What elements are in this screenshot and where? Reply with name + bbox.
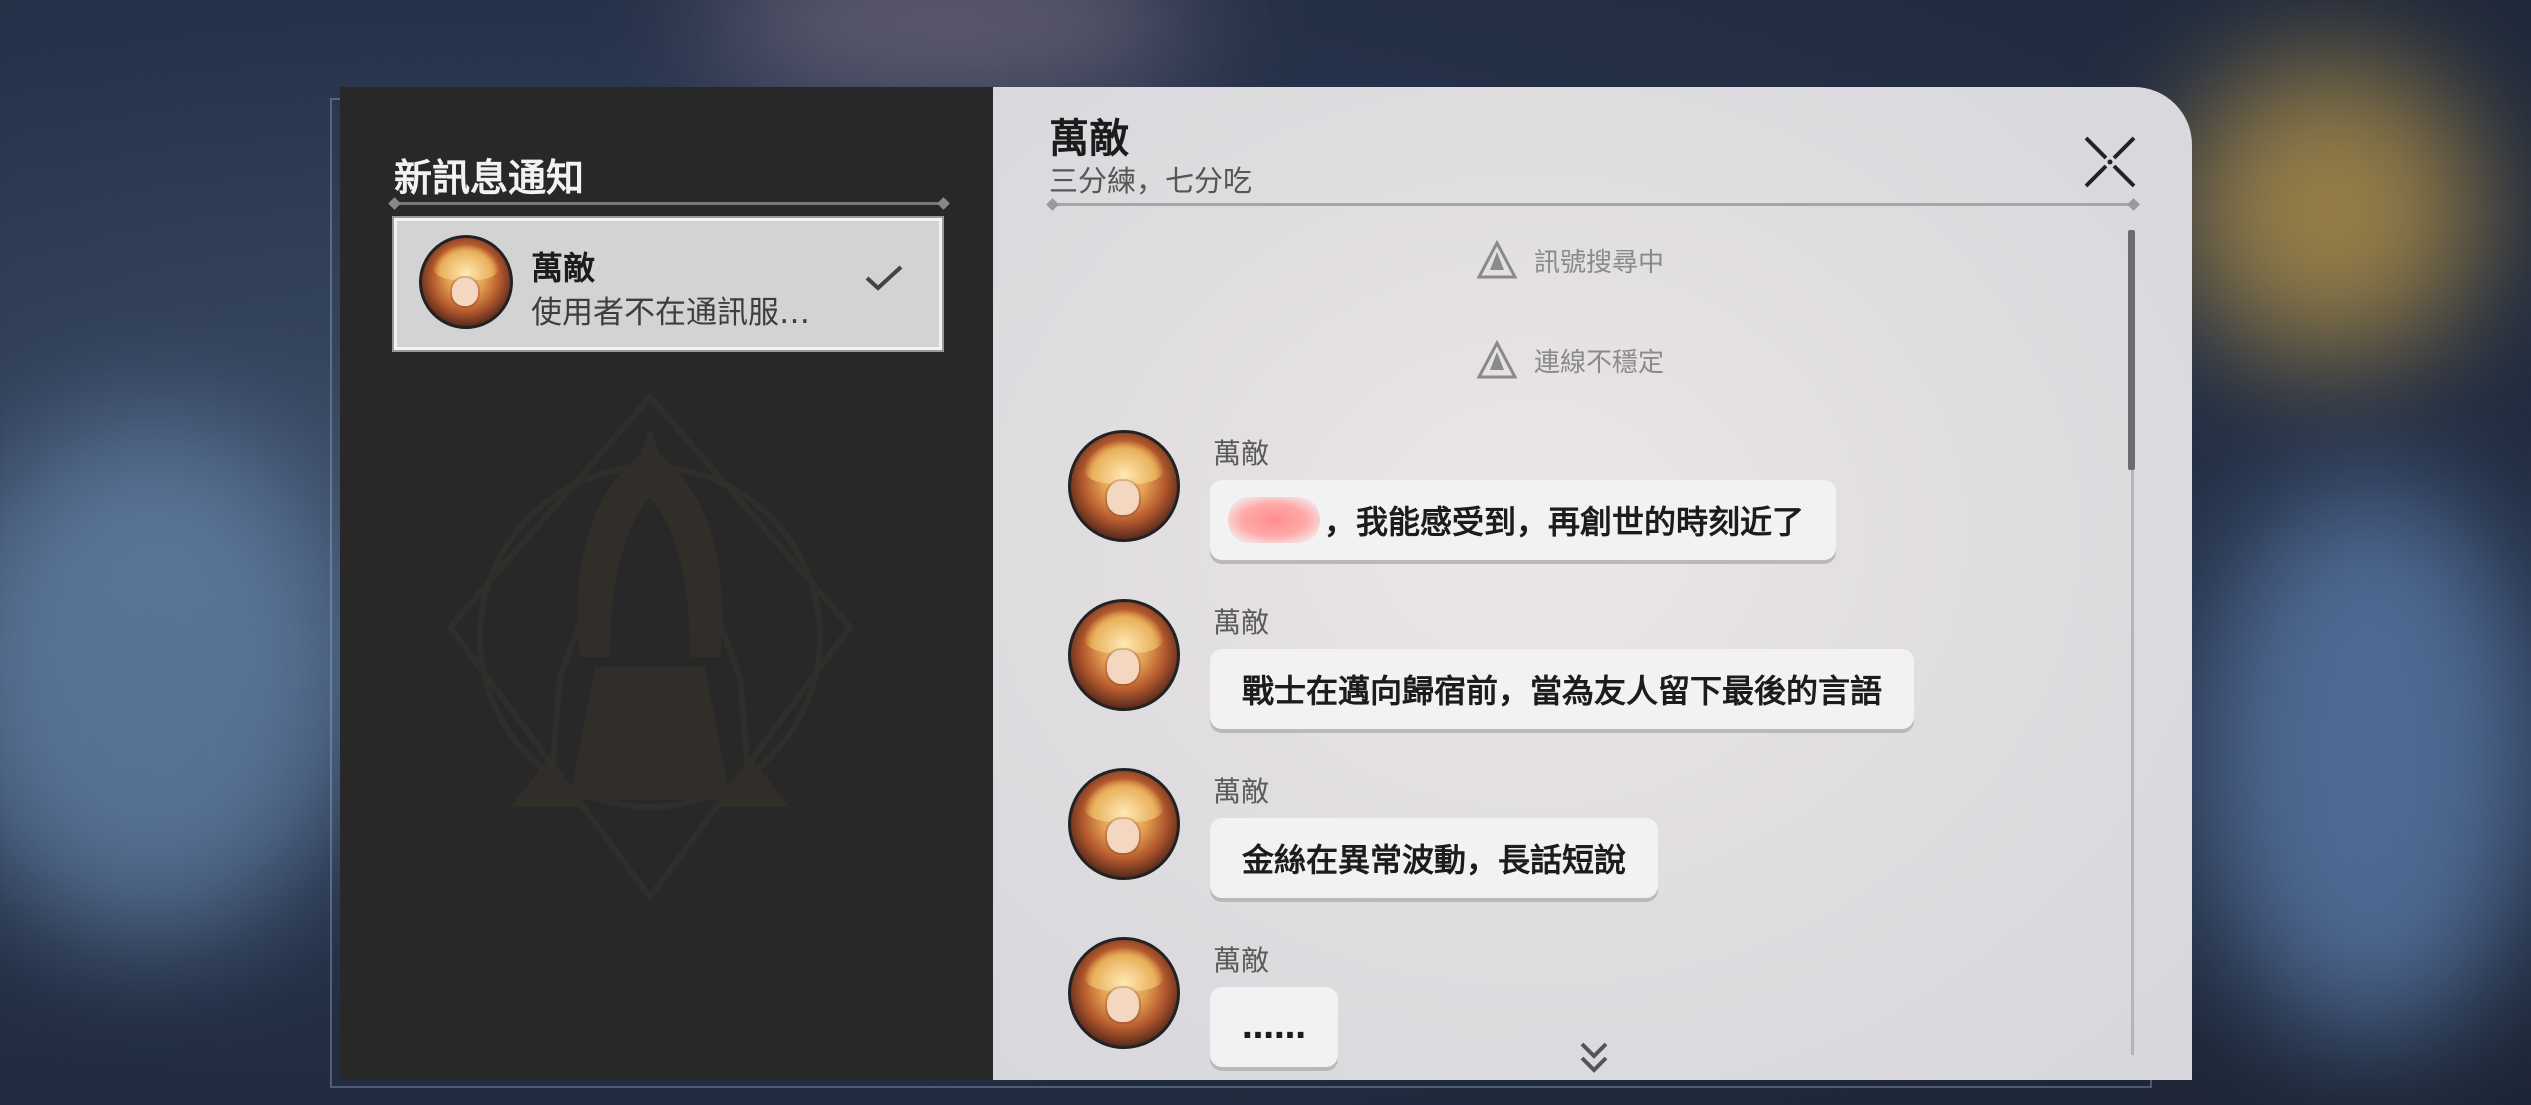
message-text: ……	[1242, 1008, 1306, 1046]
faction-emblem-icon	[446, 392, 854, 903]
notification-contact-name: 萬敵	[531, 249, 596, 287]
avatar	[1068, 768, 1180, 880]
background-glow	[2180, 60, 2480, 360]
message-sender: 萬敵	[1213, 944, 1270, 977]
background-glow	[2200, 480, 2531, 1040]
message-bubble: 金絲在異常波動，長話短說	[1210, 818, 1659, 898]
chat-header-divider	[1052, 203, 2134, 206]
avatar	[419, 235, 513, 329]
avatar	[1068, 599, 1180, 711]
close-icon[interactable]	[2080, 132, 2140, 192]
scrollbar-thumb[interactable]	[2128, 230, 2135, 470]
chat-panel	[993, 87, 2192, 1080]
message-bubble: 戰士在邁向歸宿前，當為友人留下最後的言語	[1210, 649, 1915, 729]
chat-contact-signature: 三分練，七分吃	[1049, 164, 1253, 198]
notification-title: 新訊息通知	[394, 156, 585, 200]
system-message-text: 連線不穩定	[1534, 347, 1665, 378]
notification-panel: 新訊息通知 萬敵 使用者不在通訊服…	[340, 87, 993, 1080]
avatar	[1068, 937, 1180, 1049]
title-divider	[394, 202, 944, 205]
message-text: ，我能感受到，再創世的時刻近了	[1324, 503, 1805, 541]
notification-preview: 使用者不在通訊服…	[531, 295, 810, 331]
notification-item[interactable]: 萬敵 使用者不在通訊服…	[392, 216, 944, 352]
message-sender: 萬敵	[1213, 437, 1270, 470]
system-message: 訊號搜尋中	[1476, 240, 1664, 280]
double-chevron-down-icon[interactable]	[1578, 1040, 1610, 1076]
message-window: 新訊息通知 萬敵 使用者不在通訊服…	[340, 87, 2192, 1080]
message-bubble: ……	[1210, 987, 1338, 1067]
avatar	[1068, 430, 1180, 542]
message-sender: 萬敵	[1213, 606, 1270, 639]
message-sender: 萬敵	[1213, 775, 1270, 808]
system-message-text: 訊號搜尋中	[1534, 247, 1665, 278]
redacted-name	[1228, 497, 1320, 543]
signal-warning-icon	[1476, 340, 1518, 379]
background-glow	[700, 0, 1200, 100]
background-glow	[0, 420, 360, 940]
chat-contact-name: 萬敵	[1049, 116, 1129, 162]
message-bubble: ，我能感受到，再創世的時刻近了	[1210, 480, 1837, 560]
signal-warning-icon	[1476, 240, 1518, 279]
message-text: 金絲在異常波動，長話短說	[1242, 841, 1627, 879]
message-text: 戰士在邁向歸宿前，當為友人留下最後的言語	[1242, 672, 1883, 710]
check-icon	[865, 265, 903, 291]
system-message: 連線不穩定	[1476, 340, 1664, 380]
